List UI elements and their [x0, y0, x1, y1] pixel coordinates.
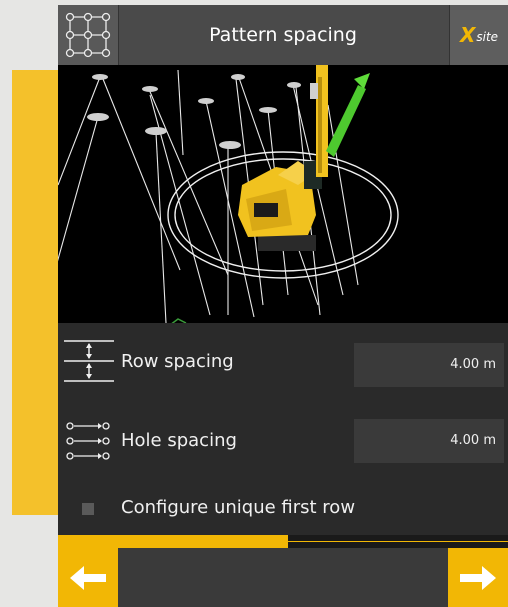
- row-spacing-input[interactable]: 4.00 m: [354, 343, 504, 387]
- next-button[interactable]: [448, 548, 508, 607]
- pattern-grid-button[interactable]: [58, 5, 119, 65]
- page-title: Pattern spacing: [209, 24, 357, 46]
- header-bar: Pattern spacing Xsite: [58, 5, 508, 65]
- xsite-logo: Xsite: [449, 5, 508, 65]
- row-spacing-icon: [64, 337, 114, 389]
- logo-x: X: [459, 23, 476, 47]
- footer-nav: [58, 548, 508, 607]
- app-window: Pattern spacing Xsite Row spacing 4.00 m…: [58, 5, 508, 607]
- row-spacing-label: Row spacing: [121, 351, 234, 372]
- footer-center-area: [118, 548, 448, 607]
- hole-spacing-label: Hole spacing: [121, 430, 237, 451]
- settings-panel: Row spacing 4.00 m Hole spacing 4.00 m C…: [58, 323, 508, 535]
- progress-bar: [58, 535, 508, 548]
- 3d-viewport[interactable]: [58, 65, 508, 326]
- drill-hole-markers: [87, 74, 301, 149]
- unique-first-row-checkbox[interactable]: [82, 503, 94, 515]
- progress-track: [288, 541, 508, 542]
- hole-spacing-icon: [64, 418, 114, 468]
- arrow-left-icon: [70, 565, 106, 590]
- logo-site: site: [476, 30, 499, 44]
- arrow-right-icon: [460, 565, 496, 590]
- hole-spacing-input[interactable]: 4.00 m: [354, 419, 504, 463]
- progress-fill: [58, 535, 288, 548]
- unique-first-row-label[interactable]: Configure unique first row: [121, 497, 355, 518]
- background-accent-stripe: [12, 70, 60, 515]
- pattern-grid-icon: [65, 12, 111, 58]
- back-button[interactable]: [58, 548, 118, 607]
